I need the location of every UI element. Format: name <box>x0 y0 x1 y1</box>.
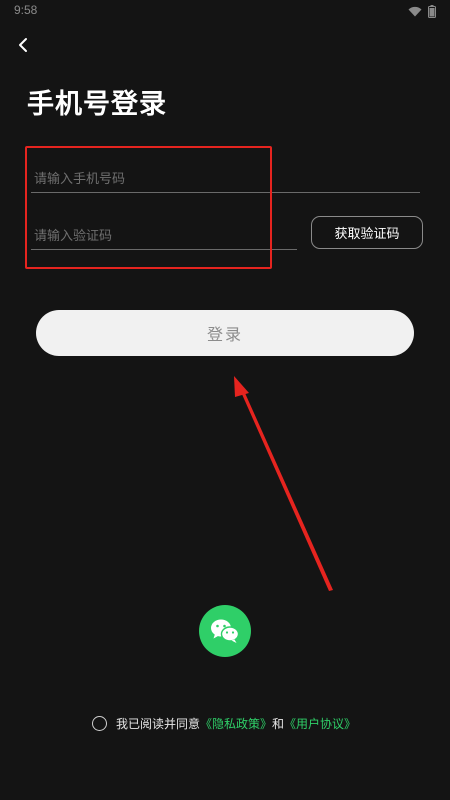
wifi-icon <box>408 6 422 17</box>
verification-code-input[interactable] <box>31 225 297 250</box>
wechat-login-button[interactable] <box>199 605 251 657</box>
agreement-connector: 和 <box>272 716 285 731</box>
user-agreement-link[interactable]: 《用户协议》 <box>284 715 356 732</box>
privacy-policy-link[interactable]: 《隐私政策》 <box>200 715 272 732</box>
status-bar: 9:58 <box>0 0 450 22</box>
wechat-icon <box>211 619 240 643</box>
status-icons <box>408 5 436 18</box>
login-button[interactable]: 登录 <box>36 310 414 356</box>
agreement-checkbox[interactable] <box>92 715 107 731</box>
get-verification-code-button[interactable]: 获取验证码 <box>311 216 423 249</box>
back-button[interactable] <box>8 30 38 60</box>
annotation-highlight-box <box>25 146 272 269</box>
chevron-left-icon <box>19 38 27 52</box>
agreement-row: 我已阅读并同意 《隐私政策》 和 《用户协议》 <box>92 714 356 732</box>
page-title: 手机号登录 <box>27 89 167 120</box>
phone-input[interactable] <box>31 168 420 193</box>
battery-icon <box>428 5 436 18</box>
agreement-prefix: 我已阅读并同意 <box>116 716 201 731</box>
status-time: 9:58 <box>14 3 38 17</box>
